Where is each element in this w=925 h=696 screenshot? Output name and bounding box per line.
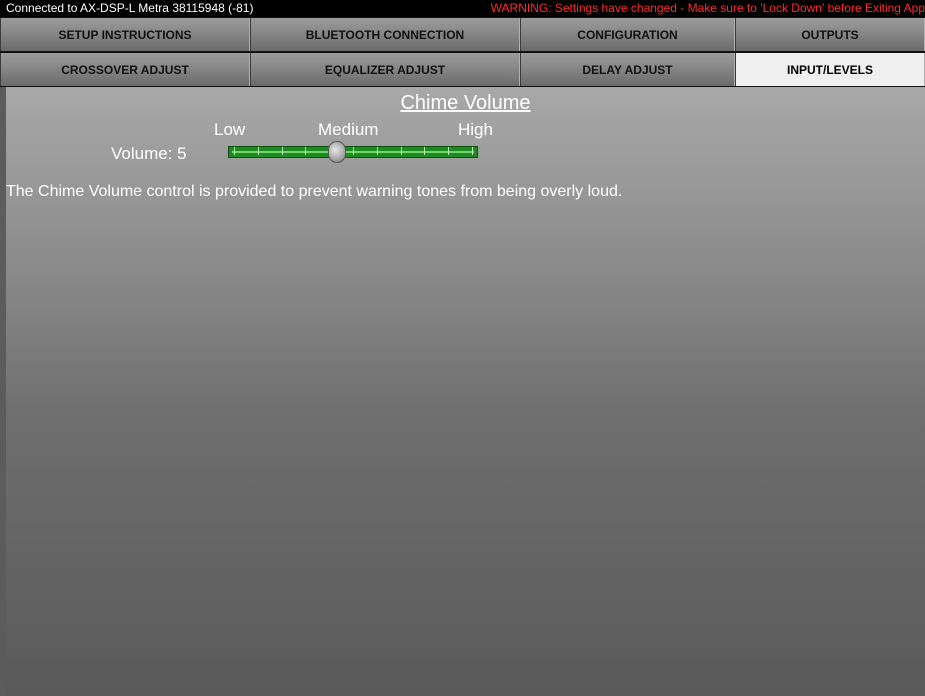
slider-tick (424, 147, 426, 155)
tab-setup-instructions[interactable]: SETUP INSTRUCTIONS (0, 18, 250, 51)
tab-input-levels[interactable]: INPUT/LEVELS (735, 53, 925, 86)
slider-tick (305, 147, 307, 155)
slider-thumb[interactable] (328, 141, 346, 163)
tab-bar: SETUP INSTRUCTIONS BLUETOOTH CONNECTION … (0, 17, 925, 87)
level-low-label: Low (214, 120, 246, 139)
slider-tick (257, 147, 259, 155)
chime-volume-slider[interactable] (228, 141, 478, 163)
chime-volume-description: The Chime Volume control is provided to … (6, 183, 623, 200)
connection-status: Connected to AX-DSP-L Metra 38115948 (-8… (6, 1, 254, 15)
level-high-label: High (458, 120, 493, 139)
settings-warning: WARNING: Settings have changed - Make su… (490, 1, 925, 15)
volume-label-group: Volume: 5 (111, 144, 187, 164)
tab-delay-adjust[interactable]: DELAY ADJUST (520, 53, 735, 86)
tab-bluetooth-connection[interactable]: BLUETOOTH CONNECTION (250, 18, 520, 51)
slider-tick (353, 147, 354, 155)
status-bar: Connected to AX-DSP-L Metra 38115948 (-8… (0, 0, 925, 17)
slider-tick (400, 147, 402, 155)
tab-crossover-adjust[interactable]: CROSSOVER ADJUST (0, 53, 250, 86)
slider-tick (281, 147, 283, 155)
tab-configuration[interactable]: CONFIGURATION (520, 18, 735, 51)
tab-equalizer-adjust[interactable]: EQUALIZER ADJUST (250, 53, 520, 86)
tab-outputs[interactable]: OUTPUTS (735, 18, 925, 51)
volume-value: 5 (177, 144, 187, 163)
slider-tick (472, 147, 473, 155)
slider-tick (376, 147, 378, 155)
slider-tick (448, 147, 450, 155)
level-medium-label: Medium (318, 120, 379, 139)
volume-label: Volume: (111, 144, 173, 163)
page-title: Chime Volume (400, 92, 531, 114)
main-content: Chime Volume Low Medium High Volume: 5 T… (6, 87, 925, 696)
slider-tick (234, 147, 235, 155)
